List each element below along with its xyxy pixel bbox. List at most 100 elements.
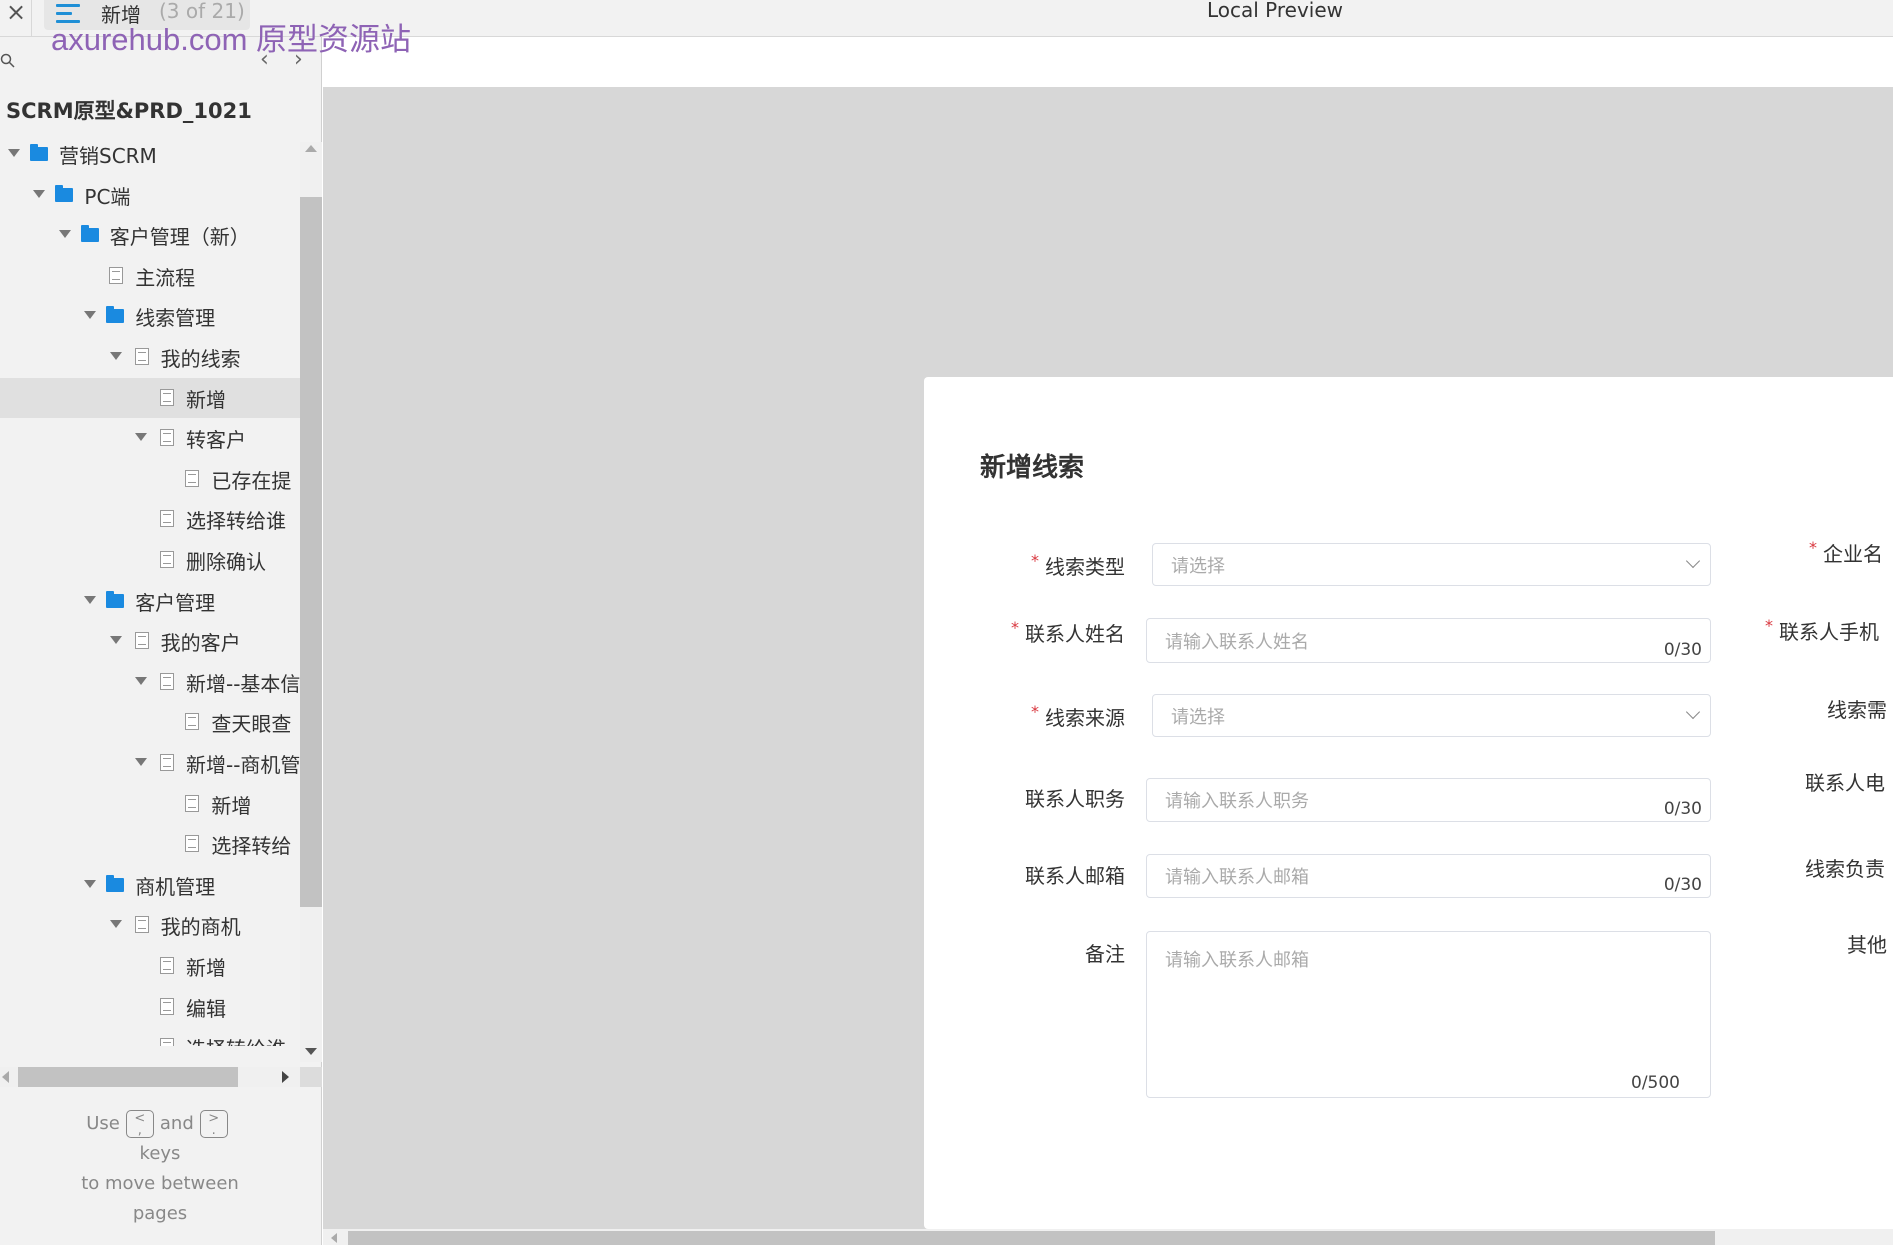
tree-item[interactable]: PC端	[0, 175, 300, 216]
select-field[interactable]: 请选择	[1152, 694, 1711, 737]
tree-item[interactable]: 商机管理	[0, 865, 300, 906]
tree-item-label: 客户管理（新）	[109, 225, 250, 250]
tree-item[interactable]: 我的客户	[0, 621, 300, 662]
main-scroll-thumb[interactable]	[348, 1231, 1715, 1245]
scroll-down-icon[interactable]	[305, 1048, 317, 1055]
toolbar-area	[323, 37, 1893, 87]
tree-item-label: 客户管理	[135, 590, 216, 615]
expand-arrow-icon[interactable]	[33, 189, 46, 198]
folder-icon	[30, 144, 48, 161]
textarea-field[interactable]: 请输入联系人邮箱 0/500	[1146, 931, 1711, 1098]
tree-item-label: 新增	[186, 387, 226, 412]
page-icon	[160, 754, 174, 771]
page-icon	[160, 1038, 174, 1046]
page-icon	[160, 429, 174, 447]
expand-arrow-icon[interactable]	[84, 311, 97, 320]
expand-arrow-icon[interactable]	[84, 879, 97, 888]
scroll-up-icon[interactable]	[305, 145, 317, 152]
field-label: 其他	[1847, 929, 1887, 958]
watermark: axurehub.com 原型资源站	[51, 22, 412, 57]
expand-arrow-icon[interactable]	[58, 230, 71, 239]
field-label: 线索需	[1827, 694, 1887, 723]
sidebar-hscroll-thumb[interactable]	[18, 1067, 238, 1087]
page-icon	[185, 713, 200, 731]
tree-item[interactable]: 转客户	[0, 418, 300, 459]
text-input[interactable]: 请输入联系人姓名 0/30	[1146, 618, 1711, 663]
tree-item-label: 新增	[211, 793, 252, 818]
field-label-text: 线索类型	[1045, 555, 1125, 579]
expand-arrow-icon[interactable]	[109, 352, 122, 360]
text-input[interactable]: 请输入联系人邮箱 0/30	[1146, 854, 1711, 898]
tree-item[interactable]: 我的线索	[0, 337, 300, 378]
tree-item-label: 转客户	[186, 428, 246, 453]
tree-item-label: 已存在提	[211, 468, 292, 493]
tree-item[interactable]: 查天眼查	[0, 702, 300, 743]
expand-arrow-icon[interactable]	[135, 758, 147, 766]
folder-icon	[106, 874, 125, 892]
tree-item[interactable]: 主流程	[0, 256, 300, 297]
page-icon	[134, 632, 149, 650]
tree-item[interactable]: 删除确认	[0, 540, 300, 581]
expand-arrow-icon[interactable]	[8, 149, 20, 157]
scroll-left-icon[interactable]	[331, 1233, 337, 1243]
tree-item-label: 编辑	[186, 996, 226, 1021]
close-icon[interactable]: ×	[4, 0, 28, 26]
page-icon	[160, 957, 174, 974]
field-label-text: 备注	[1085, 942, 1125, 966]
tree-item[interactable]: 我的商机	[0, 905, 300, 946]
tree-item[interactable]: 编辑	[0, 987, 300, 1028]
tree-item[interactable]: 选择转给谁	[0, 1027, 300, 1046]
scroll-right-icon[interactable]	[282, 1071, 289, 1083]
scroll-left-icon[interactable]	[2, 1071, 9, 1083]
page-icon	[160, 510, 174, 528]
placeholder: 请选择	[1171, 555, 1225, 577]
key-prev-icon: < ,	[125, 1110, 154, 1138]
select-field[interactable]: 请选择	[1152, 543, 1711, 586]
required-mark: *	[1765, 616, 1773, 635]
expand-arrow-icon[interactable]	[135, 676, 147, 685]
tree-item[interactable]: 新增--商机管	[0, 743, 300, 784]
expand-arrow-icon[interactable]	[109, 920, 122, 929]
char-counter: 0/500	[1631, 1073, 1680, 1093]
field-label-text: 联系人手机	[1779, 620, 1879, 644]
help-move: to move between	[81, 1173, 239, 1194]
field-label: * 联系人手机	[1765, 616, 1879, 645]
folder-icon	[106, 590, 125, 608]
tree-item[interactable]: 营销SCRM	[0, 134, 300, 175]
tree-item[interactable]: 线索管理	[0, 296, 300, 337]
tree-item-label: PC端	[84, 184, 131, 209]
tree-item[interactable]: 新增--基本信	[0, 662, 300, 703]
expand-arrow-icon[interactable]	[109, 636, 122, 645]
search-icon[interactable]	[0, 53, 16, 69]
tree-item[interactable]: 新增	[0, 946, 300, 987]
field-label: 联系人电	[1805, 767, 1885, 796]
page-icon	[160, 997, 174, 1015]
field-label: * 企业名	[1809, 538, 1883, 567]
page-icon	[109, 266, 124, 284]
tree-item[interactable]: 客户管理（新）	[0, 215, 300, 256]
tree-item[interactable]: 新增	[0, 377, 300, 419]
tree-item[interactable]: 新增	[0, 784, 300, 825]
form-title: 新增线索	[980, 453, 1085, 483]
expand-arrow-icon[interactable]	[84, 595, 97, 604]
sidebar-scroll-thumb[interactable]	[300, 197, 322, 907]
page-icon	[134, 348, 149, 365]
chevron-down-icon	[1685, 704, 1701, 720]
tree-item-label: 主流程	[135, 265, 196, 290]
page-icon	[134, 916, 149, 934]
page-icon	[185, 469, 200, 487]
text-input[interactable]: 请输入联系人职务 0/30	[1146, 778, 1711, 822]
char-counter: 0/30	[1663, 640, 1702, 660]
tree-item-label: 选择转给谁	[186, 509, 286, 534]
page-icon	[185, 794, 200, 812]
tree-item[interactable]: 选择转给谁	[0, 499, 300, 540]
tree-item-label: 新增--基本信	[186, 671, 300, 696]
tree-item[interactable]: 已存在提	[0, 459, 300, 500]
expand-arrow-icon[interactable]	[135, 433, 147, 442]
placeholder: 请输入联系人职务	[1165, 791, 1309, 812]
tree-item[interactable]: 客户管理	[0, 581, 300, 622]
field-label-text: 联系人电	[1805, 771, 1885, 795]
chevron-down-icon	[1685, 553, 1701, 569]
tree-item[interactable]: 选择转给	[0, 824, 300, 865]
tree-item-label: 我的线索	[160, 347, 241, 371]
